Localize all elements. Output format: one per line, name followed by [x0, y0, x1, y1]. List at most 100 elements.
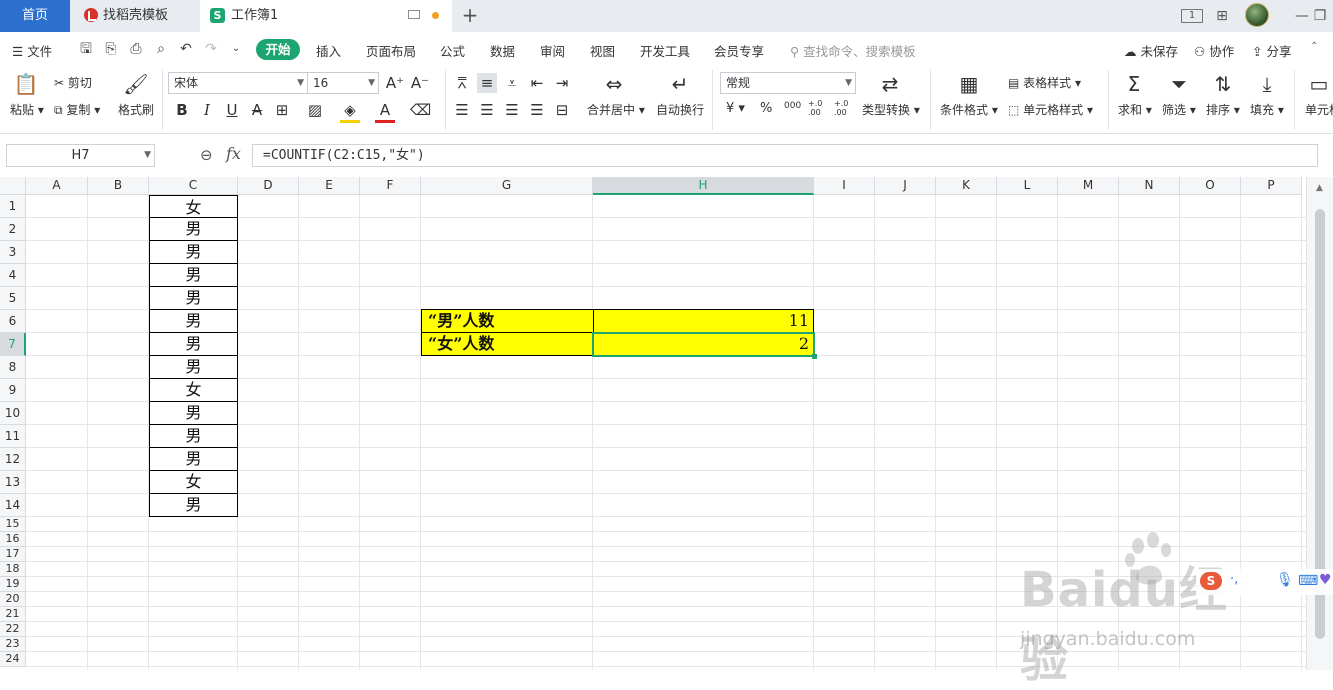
- command-search[interactable]: ⚲ 查找命令、搜索模板: [790, 41, 916, 60]
- row-header-18[interactable]: 18: [0, 562, 26, 577]
- export-pdf-icon[interactable]: ⎘: [103, 41, 119, 57]
- align-middle-icon[interactable]: ≡: [477, 73, 497, 93]
- align-right-icon[interactable]: ☰: [502, 100, 522, 120]
- scroll-up-icon[interactable]: ▲: [1316, 183, 1323, 193]
- align-center-icon[interactable]: ☰: [477, 100, 497, 120]
- summary-label[interactable]: “男”人数: [421, 309, 594, 333]
- avatar[interactable]: [1245, 3, 1269, 27]
- column-header-b[interactable]: B: [88, 177, 149, 195]
- filter-button[interactable]: 筛选 ▾: [1162, 101, 1196, 118]
- save-icon[interactable]: 🖫: [78, 41, 94, 57]
- keyboard-icon[interactable]: ⌨: [1298, 573, 1318, 589]
- fill-button[interactable]: 填充 ▾: [1250, 101, 1284, 118]
- conditional-format-icon[interactable]: ▦: [955, 72, 983, 96]
- name-box[interactable]: H7 ▼: [6, 144, 155, 167]
- function-icon[interactable]: fx: [226, 144, 241, 163]
- number-format-select[interactable]: 常规 ▼: [720, 72, 856, 94]
- formula-input[interactable]: =COUNTIF(C2:C15,"女"): [252, 144, 1318, 167]
- skin-icon[interactable]: ♥: [1319, 572, 1332, 588]
- column-header-m[interactable]: M: [1058, 177, 1119, 195]
- minimize-icon[interactable]: —: [1293, 7, 1311, 25]
- cell-button[interactable]: 单元格: [1305, 101, 1333, 118]
- sum-button[interactable]: 求和 ▾: [1118, 101, 1152, 118]
- conditional-format-button[interactable]: 条件格式 ▾: [940, 101, 998, 118]
- format-painter-icon[interactable]: 🖌: [122, 72, 150, 96]
- column-header-p[interactable]: P: [1241, 177, 1302, 195]
- sort-button[interactable]: 排序 ▾: [1206, 101, 1240, 118]
- font-color-icon[interactable]: A: [375, 100, 395, 123]
- row-header-8[interactable]: 8: [0, 356, 26, 379]
- summary-label[interactable]: “女”人数: [421, 332, 594, 356]
- sum-icon[interactable]: Σ: [1120, 72, 1148, 96]
- tab-data[interactable]: 数据: [490, 41, 515, 60]
- grid-apps-icon[interactable]: ⊞: [1213, 7, 1231, 25]
- font-size-select[interactable]: 16 ▼: [307, 72, 379, 94]
- row-header-21[interactable]: 21: [0, 607, 26, 622]
- paste-icon[interactable]: 📋: [12, 72, 40, 96]
- decrease-decimal-icon[interactable]: +.0 .00: [834, 99, 854, 117]
- align-top-icon[interactable]: ⩞: [452, 73, 472, 93]
- cell-c5[interactable]: 男: [149, 286, 238, 310]
- layout-icon[interactable]: 1: [1181, 9, 1203, 23]
- tab-start[interactable]: 开始: [256, 39, 300, 60]
- cell-c7[interactable]: 男: [149, 332, 238, 356]
- spreadsheet-grid[interactable]: ABCDEFGHIJKLMNOP 1 2 3 4 5 6 7 8 9 10 11 12 13 14 15 16…: [0, 177, 1333, 670]
- cell-c4[interactable]: 男: [149, 263, 238, 287]
- tab-developer[interactable]: 开发工具: [640, 41, 690, 60]
- clear-format-icon[interactable]: ⌫: [410, 100, 431, 120]
- tab-home[interactable]: 首页: [0, 0, 70, 32]
- collaborate-button[interactable]: ⚇ 协作: [1194, 41, 1234, 60]
- column-header-e[interactable]: E: [299, 177, 360, 195]
- type-convert-icon[interactable]: ⇄: [876, 72, 904, 96]
- cell-c12[interactable]: 男: [149, 447, 238, 471]
- row-header-4[interactable]: 4: [0, 264, 26, 287]
- row-header-7[interactable]: 7: [0, 333, 26, 356]
- punctuation-icon[interactable]: ·,: [1230, 572, 1238, 587]
- justify-icon[interactable]: ☰: [527, 100, 547, 120]
- undo-icon[interactable]: ↶: [178, 41, 194, 57]
- percent-icon[interactable]: %: [760, 101, 772, 116]
- sort-icon[interactable]: ⇅: [1209, 72, 1237, 96]
- paste-button[interactable]: 粘贴 ▾: [10, 101, 44, 118]
- row-header-24[interactable]: 24: [0, 652, 26, 667]
- cell-c6[interactable]: 男: [149, 309, 238, 333]
- column-header-a[interactable]: A: [26, 177, 88, 195]
- font-name-select[interactable]: 宋体 ▼: [168, 72, 308, 94]
- merge-center-button[interactable]: 合并居中 ▾: [587, 101, 645, 118]
- cell-c3[interactable]: 男: [149, 240, 238, 264]
- cell-c2[interactable]: 男: [149, 217, 238, 241]
- cell-c1[interactable]: 女: [149, 195, 238, 218]
- thousands-separator-icon[interactable]: 000: [784, 101, 801, 111]
- column-header-h[interactable]: H: [593, 177, 814, 195]
- zoom-icon[interactable]: ⊖: [200, 146, 213, 164]
- filter-icon[interactable]: ⏷: [1165, 72, 1193, 96]
- row-header-20[interactable]: 20: [0, 592, 26, 607]
- row-header-5[interactable]: 5: [0, 287, 26, 310]
- underline-icon[interactable]: U: [222, 100, 242, 120]
- sogou-ime-icon[interactable]: S: [1200, 572, 1222, 590]
- row-header-11[interactable]: 11: [0, 425, 26, 448]
- wrap-text-button[interactable]: 自动换行: [656, 101, 704, 118]
- row-header-10[interactable]: 10: [0, 402, 26, 425]
- column-header-g[interactable]: G: [421, 177, 593, 195]
- column-header-o[interactable]: O: [1180, 177, 1241, 195]
- share-button[interactable]: ⇪ 分享: [1252, 41, 1291, 60]
- indent-decrease-icon[interactable]: ⇤: [527, 73, 547, 93]
- cell-c10[interactable]: 男: [149, 401, 238, 425]
- currency-icon[interactable]: ¥ ▾: [726, 101, 745, 116]
- summary-value[interactable]: 11: [593, 309, 814, 333]
- italic-icon[interactable]: I: [197, 100, 217, 120]
- vertical-scrollbar[interactable]: ▲: [1306, 177, 1333, 670]
- tab-insert[interactable]: 插入: [316, 41, 341, 60]
- file-menu[interactable]: ☰ 文件: [12, 41, 52, 60]
- tab-member[interactable]: 会员专享: [714, 41, 764, 60]
- chevron-down-icon[interactable]: ⌄: [228, 41, 244, 57]
- cell-c8[interactable]: 男: [149, 355, 238, 379]
- fill-handle[interactable]: [812, 354, 817, 359]
- tab-review[interactable]: 审阅: [540, 41, 565, 60]
- cell-c14[interactable]: 男: [149, 493, 238, 517]
- bold-icon[interactable]: B: [172, 100, 192, 120]
- row-header-15[interactable]: 15: [0, 517, 26, 532]
- monitor-icon[interactable]: [408, 10, 420, 19]
- border-icon[interactable]: ⊞: [272, 100, 292, 120]
